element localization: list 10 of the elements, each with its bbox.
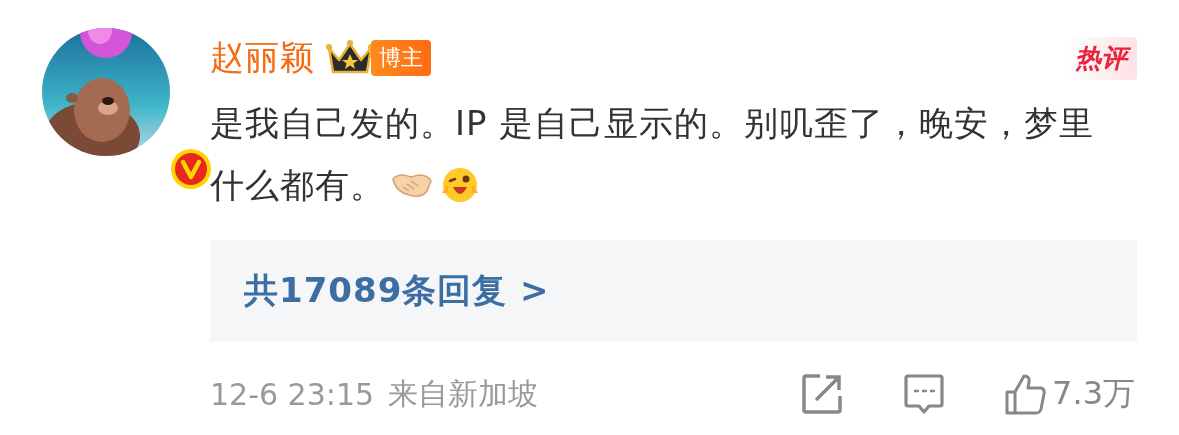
comment-text: 是我自己发的。IP 是自己显示的。别叽歪了，晚安，梦里什么都有。 xyxy=(210,102,1096,207)
share-icon[interactable] xyxy=(800,372,845,416)
like-count: 7.3万 xyxy=(1052,373,1135,414)
thumbs-up-icon[interactable] xyxy=(1004,372,1049,416)
author-name[interactable]: 赵丽颖 xyxy=(210,35,315,81)
comment-icon[interactable] xyxy=(902,372,947,416)
timestamp: 12-6 23:15 xyxy=(210,376,375,412)
author-badge: 博主 xyxy=(371,40,431,76)
source-location: 来自新加坡 xyxy=(388,374,539,413)
replies-link[interactable]: 共17089条回复 > xyxy=(244,268,550,314)
